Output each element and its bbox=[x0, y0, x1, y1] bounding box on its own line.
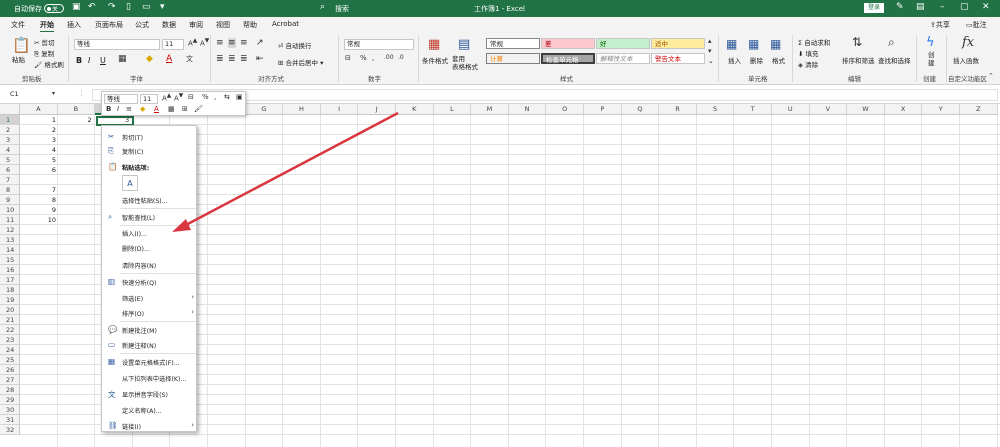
annotation-arrow-line bbox=[183, 111, 399, 228]
annotation-arrow bbox=[172, 111, 399, 232]
annotation-arrow-head bbox=[172, 219, 191, 232]
